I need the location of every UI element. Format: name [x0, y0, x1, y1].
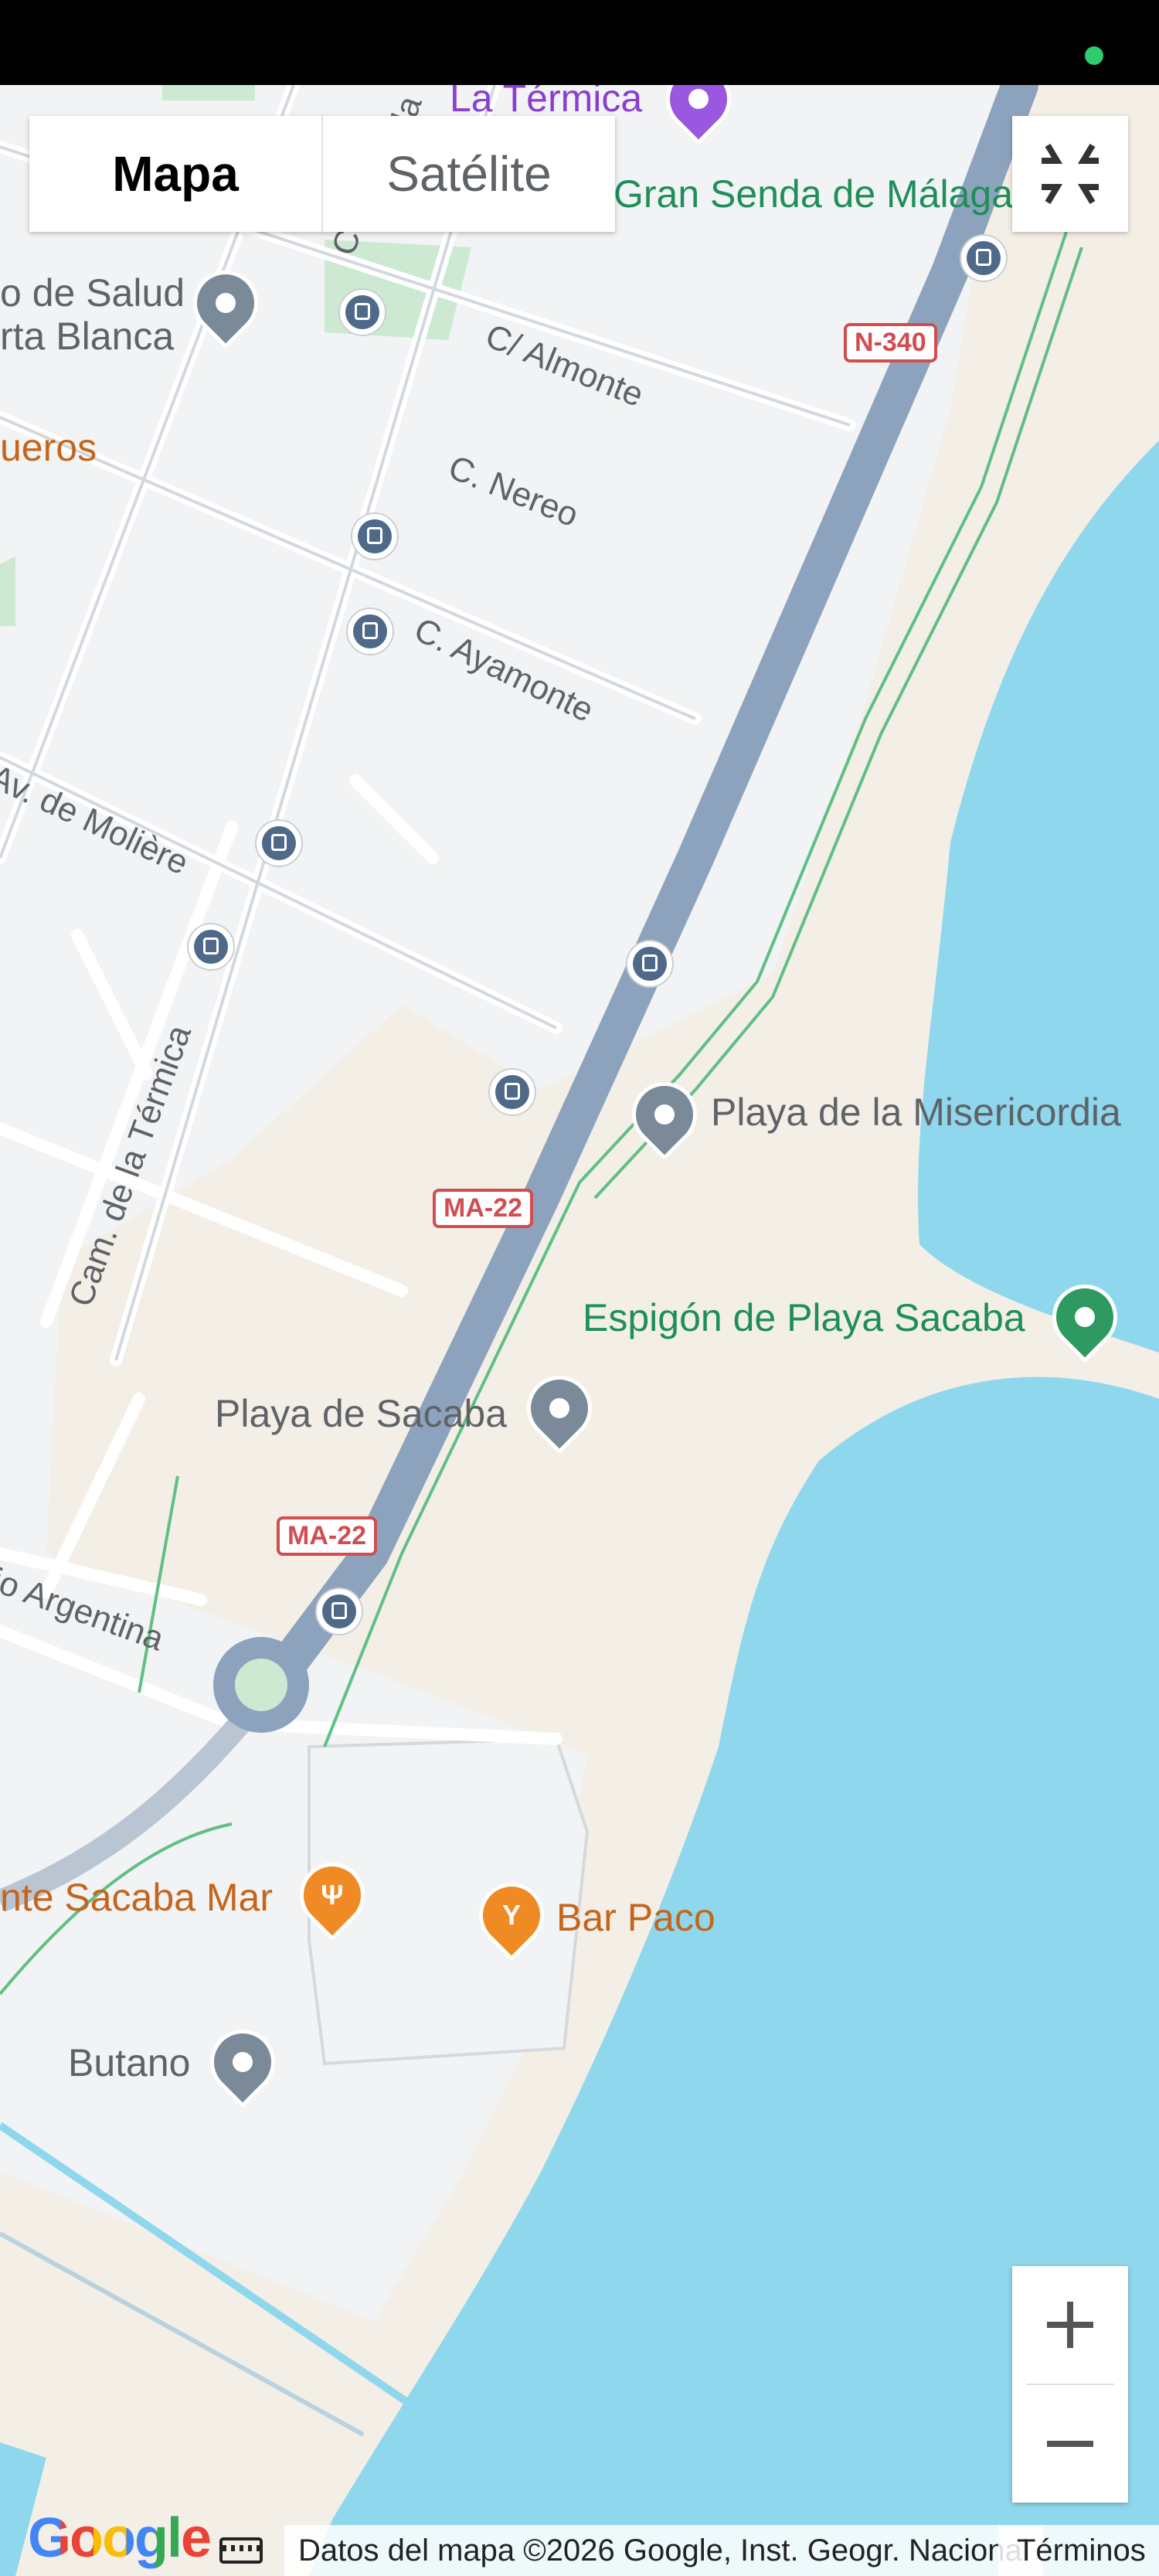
plus-icon — [1047, 2302, 1093, 2348]
status-indicator-dot — [1085, 46, 1103, 65]
zoom-in-button[interactable] — [1012, 2266, 1128, 2384]
poi-label-butano[interactable]: Butano — [68, 2040, 190, 2085]
road-shield-ma22: MA-22 — [433, 1189, 534, 1228]
exit-fullscreen-icon — [1042, 143, 1099, 205]
road-shield-n340: N-340 — [844, 323, 937, 362]
bus-stop-icon[interactable] — [257, 821, 301, 866]
keyboard-icon[interactable] — [219, 2537, 263, 2564]
bus-stop-icon[interactable] — [352, 514, 397, 559]
bus-stop-icon[interactable] — [961, 236, 1006, 281]
zoom-controls — [1012, 2266, 1128, 2503]
zoom-out-button[interactable] — [1012, 2385, 1128, 2503]
bus-stop-icon[interactable] — [317, 1589, 362, 1634]
poi-label-gran-senda[interactable]: Gran Senda de Málaga — [613, 172, 1013, 216]
road-shield-ma22: MA-22 — [277, 1516, 378, 1556]
poi-label-misericordia[interactable]: Playa de la Misericordia — [711, 1090, 1121, 1135]
status-bar — [0, 0, 1159, 85]
terms-link[interactable]: Términos — [998, 2525, 1159, 2576]
bus-stop-icon[interactable] — [490, 1070, 535, 1114]
map-view-button[interactable]: Mapa — [29, 116, 323, 232]
poi-label-playa-sacaba[interactable]: Playa de Sacaba — [215, 1391, 507, 1436]
poi-label-ueros[interactable]: ueros — [0, 425, 97, 470]
bus-stop-icon[interactable] — [340, 290, 385, 335]
poi-label-espigon[interactable]: Espigón de Playa Sacaba — [583, 1295, 1025, 1340]
bus-stop-icon[interactable] — [348, 609, 393, 654]
poi-label-salud-1[interactable]: o de Salud — [0, 271, 185, 315]
minus-icon — [1047, 2441, 1093, 2447]
exit-fullscreen-button[interactable] — [1012, 116, 1128, 232]
bus-stop-icon[interactable] — [627, 941, 672, 986]
map-footer: Google Datos del mapa ©2026 Google, Inst… — [0, 2507, 1159, 2576]
poi-label-salud-2[interactable]: rta Blanca — [0, 314, 174, 359]
poi-label-sacaba-mar[interactable]: nte Sacaba Mar — [0, 1875, 273, 1920]
google-logo: Google — [28, 2507, 212, 2569]
map-type-toggle: Mapa Satélite — [29, 116, 615, 232]
map-canvas[interactable]: C/ Almonte C. Nereo C. Ayamonte Av. de M… — [0, 53, 1159, 2576]
map-data-attribution[interactable]: Datos del mapa ©2026 Google, Inst. Geogr… — [284, 2525, 1043, 2576]
bus-stop-icon[interactable] — [189, 924, 233, 969]
satellite-view-button[interactable]: Satélite — [323, 116, 615, 232]
poi-label-bar-paco[interactable]: Bar Paco — [556, 1895, 715, 1940]
